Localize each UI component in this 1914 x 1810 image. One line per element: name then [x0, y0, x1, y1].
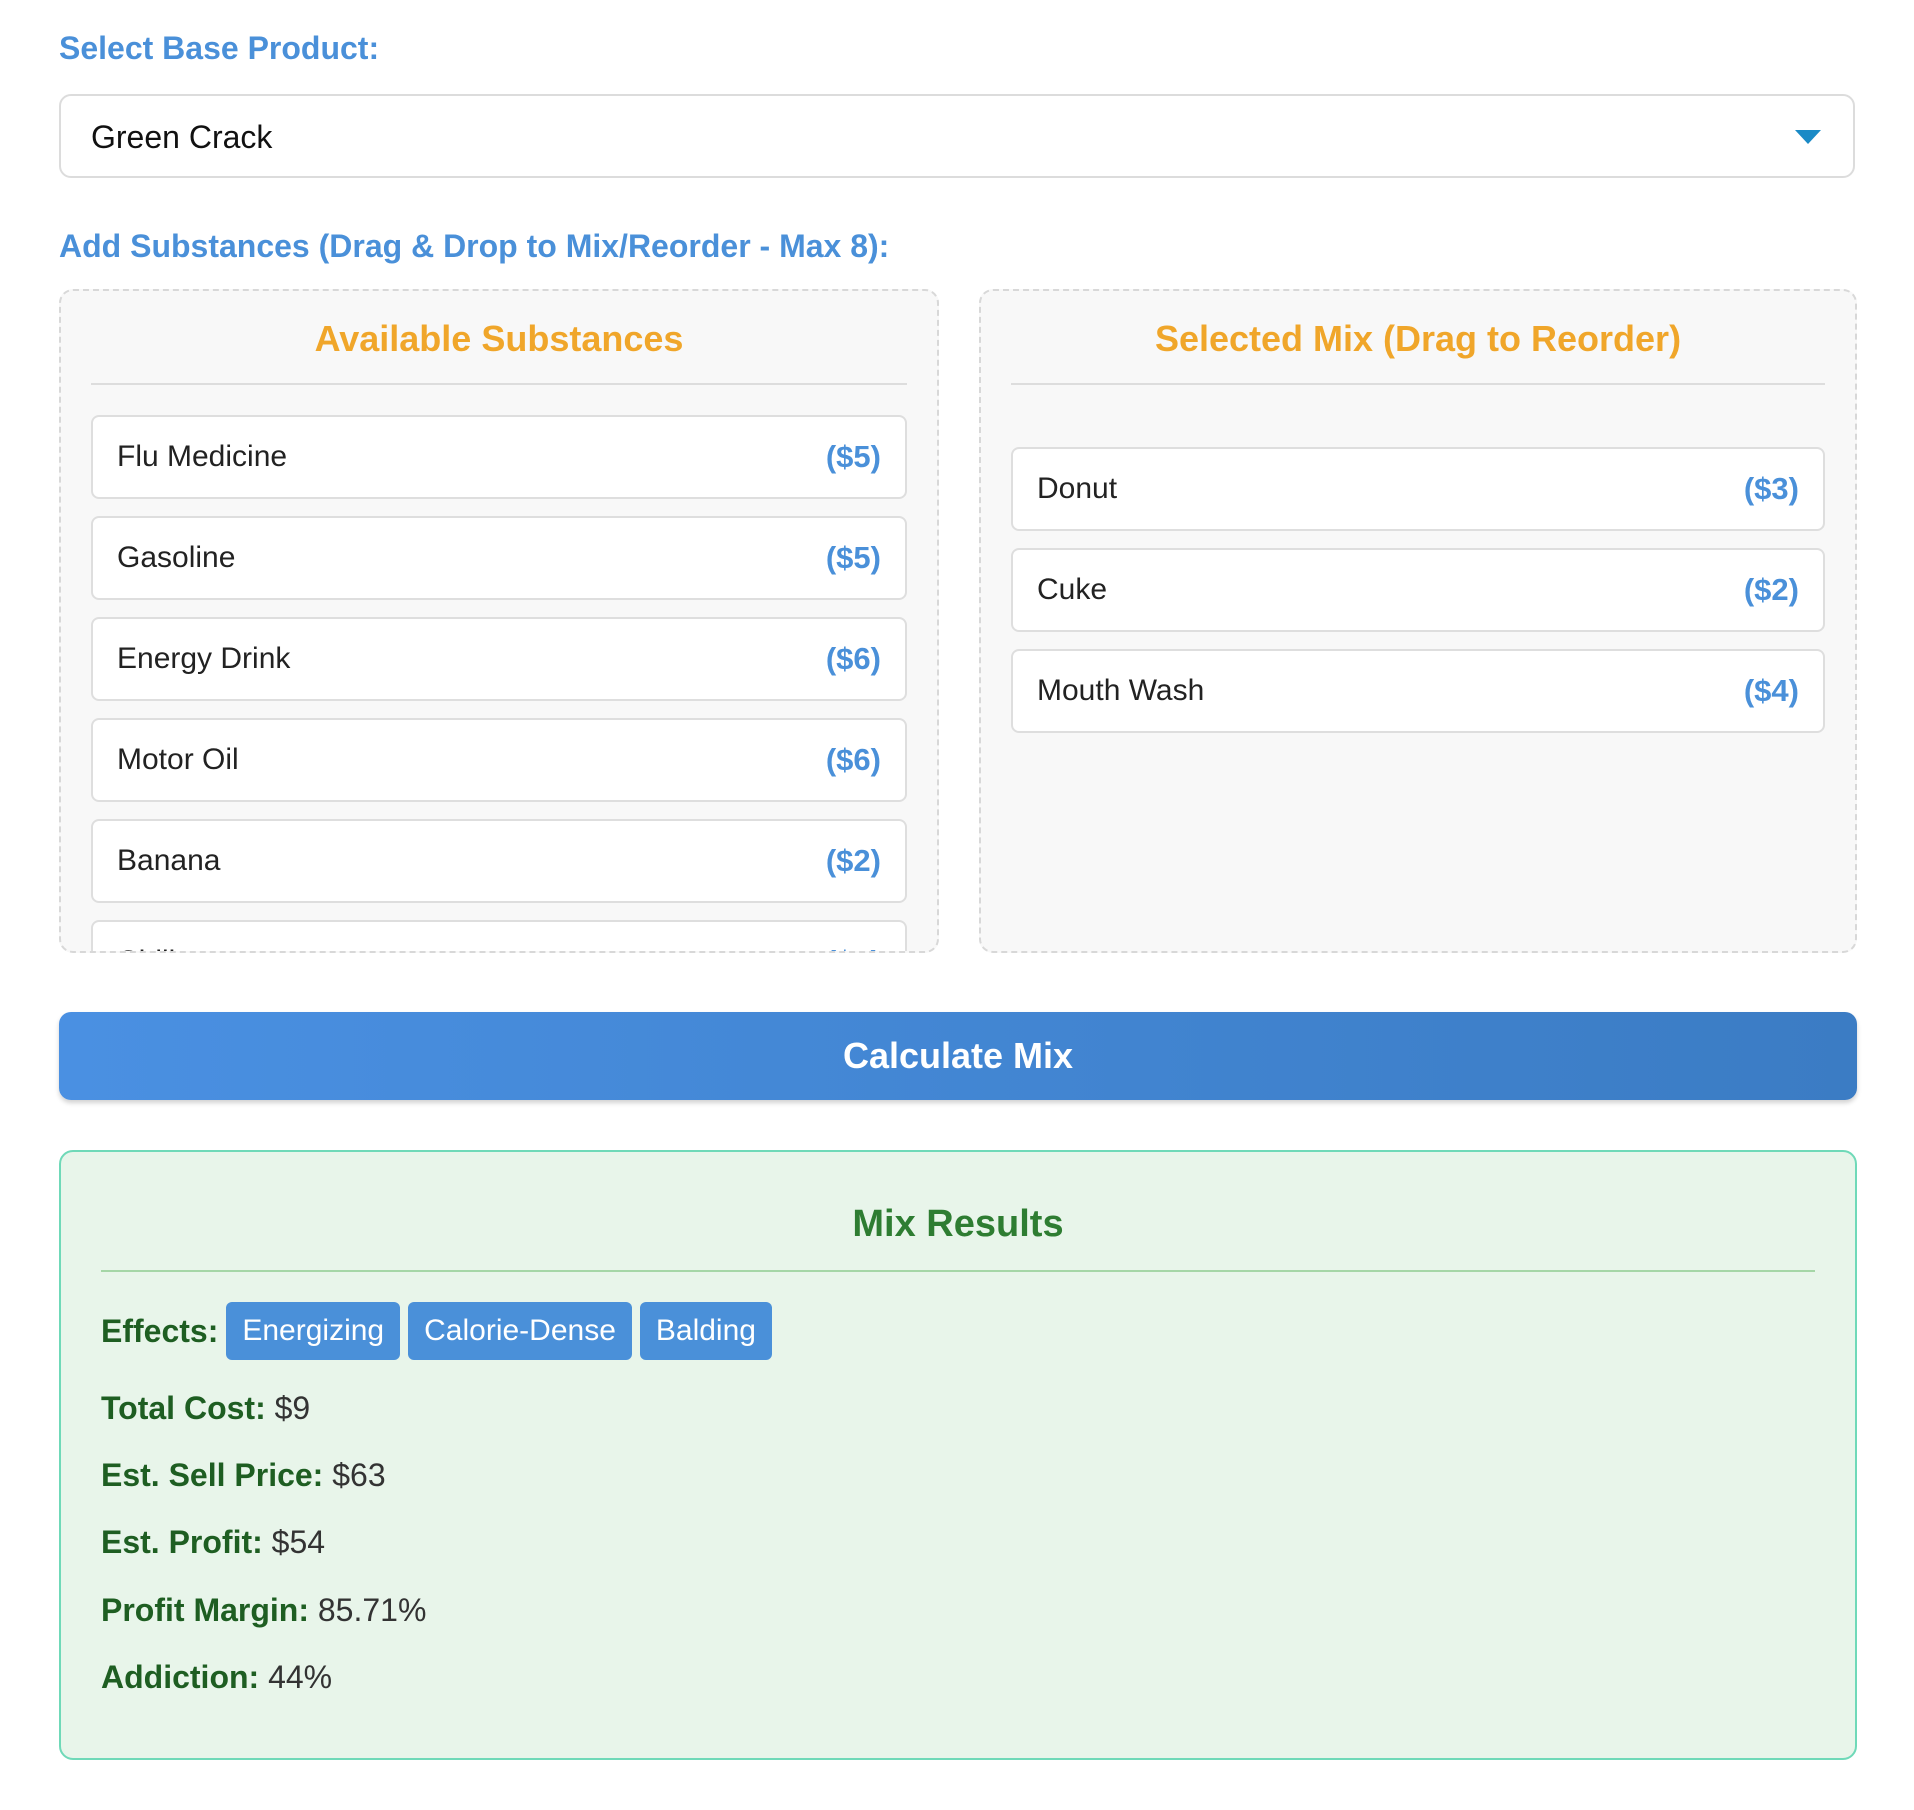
sell-price-row: Est. Sell Price: $63	[101, 1457, 386, 1494]
addiction-row: Addiction: 44%	[101, 1659, 332, 1696]
effects-row: Effects: Energizing Calorie-Dense Baldin…	[101, 1302, 772, 1360]
substance-price: ($2)	[825, 843, 881, 878]
selected-mix-panel[interactable]: Selected Mix (Drag to Reorder) Donut ($3…	[979, 289, 1857, 953]
available-substances-list: Flu Medicine ($5) Gasoline ($5) Energy D…	[91, 415, 907, 951]
substance-name: Flu Medicine	[117, 440, 288, 473]
calculate-mix-button[interactable]: Calculate Mix	[59, 1012, 1857, 1100]
selected-substance-item[interactable]: Mouth Wash ($4)	[1011, 649, 1825, 733]
substance-name: Mouth Wash	[1037, 674, 1205, 707]
available-substance-item[interactable]: Motor Oil ($6)	[91, 718, 907, 802]
effect-tag: Calorie-Dense	[408, 1302, 632, 1360]
available-substance-item[interactable]: Gasoline ($5)	[91, 516, 907, 600]
available-substance-item[interactable]: Flu Medicine ($5)	[91, 415, 907, 499]
base-product-select[interactable]: Green Crack	[59, 94, 1855, 178]
base-product-label: Select Base Product:	[59, 30, 380, 66]
total-cost-row: Total Cost: $9	[101, 1390, 310, 1427]
selected-mix-title: Selected Mix (Drag to Reorder)	[1011, 317, 1825, 385]
substance-name: Donut	[1037, 472, 1118, 505]
available-substance-item[interactable]: Chili ($7)	[91, 920, 907, 951]
total-cost-value: $9	[274, 1390, 311, 1426]
profit-margin-row: Profit Margin: 85.71%	[101, 1592, 426, 1629]
profit-margin-value: 85.71%	[317, 1592, 427, 1628]
substances-label: Add Substances (Drag & Drop to Mix/Reord…	[59, 228, 890, 264]
substance-name: Chili	[117, 922, 175, 951]
substance-price: ($3)	[1743, 471, 1799, 506]
profit-label: Est. Profit:	[101, 1524, 272, 1560]
substance-name: Cuke	[1037, 573, 1108, 606]
total-cost-label: Total Cost:	[101, 1390, 275, 1426]
caret-down-icon	[1795, 130, 1821, 144]
substance-price: ($4)	[1743, 673, 1799, 708]
profit-row: Est. Profit: $54	[101, 1524, 325, 1561]
substance-price: ($5)	[825, 540, 881, 575]
substance-price: ($7)	[826, 922, 881, 951]
selected-mix-list: Donut ($3) Cuke ($2) Mouth Wash ($4)	[1011, 447, 1825, 750]
available-substance-item[interactable]: Banana ($2)	[91, 819, 907, 903]
addiction-value: 44%	[268, 1659, 333, 1695]
effects-label: Effects:	[101, 1312, 219, 1349]
profit-margin-label: Profit Margin:	[101, 1592, 318, 1628]
substance-name: Gasoline	[117, 541, 236, 574]
substance-price: ($2)	[1743, 572, 1799, 607]
profit-value: $54	[271, 1524, 326, 1560]
available-substance-item[interactable]: Energy Drink ($6)	[91, 617, 907, 701]
substance-name: Energy Drink	[117, 642, 291, 675]
substance-price: ($6)	[825, 742, 881, 777]
substance-name: Motor Oil	[117, 743, 239, 776]
sell-price-label: Est. Sell Price:	[101, 1457, 333, 1493]
available-substances-panel: Available Substances Flu Medicine ($5) G…	[59, 289, 939, 953]
base-product-selected-value: Green Crack	[91, 119, 273, 155]
substance-name: Banana	[117, 844, 221, 877]
selected-substance-item[interactable]: Donut ($3)	[1011, 447, 1825, 531]
selected-substance-item[interactable]: Cuke ($2)	[1011, 548, 1825, 632]
substance-price: ($5)	[825, 439, 881, 474]
mix-results-panel: Mix Results Effects: Energizing Calorie-…	[59, 1150, 1857, 1760]
sell-price-value: $63	[332, 1457, 386, 1493]
mix-results-title: Mix Results	[101, 1202, 1815, 1272]
addiction-label: Addiction:	[101, 1659, 269, 1695]
effect-tag: Energizing	[226, 1302, 401, 1360]
effect-tag: Balding	[639, 1302, 772, 1360]
available-substances-title: Available Substances	[91, 317, 907, 385]
substance-price: ($6)	[825, 641, 881, 676]
